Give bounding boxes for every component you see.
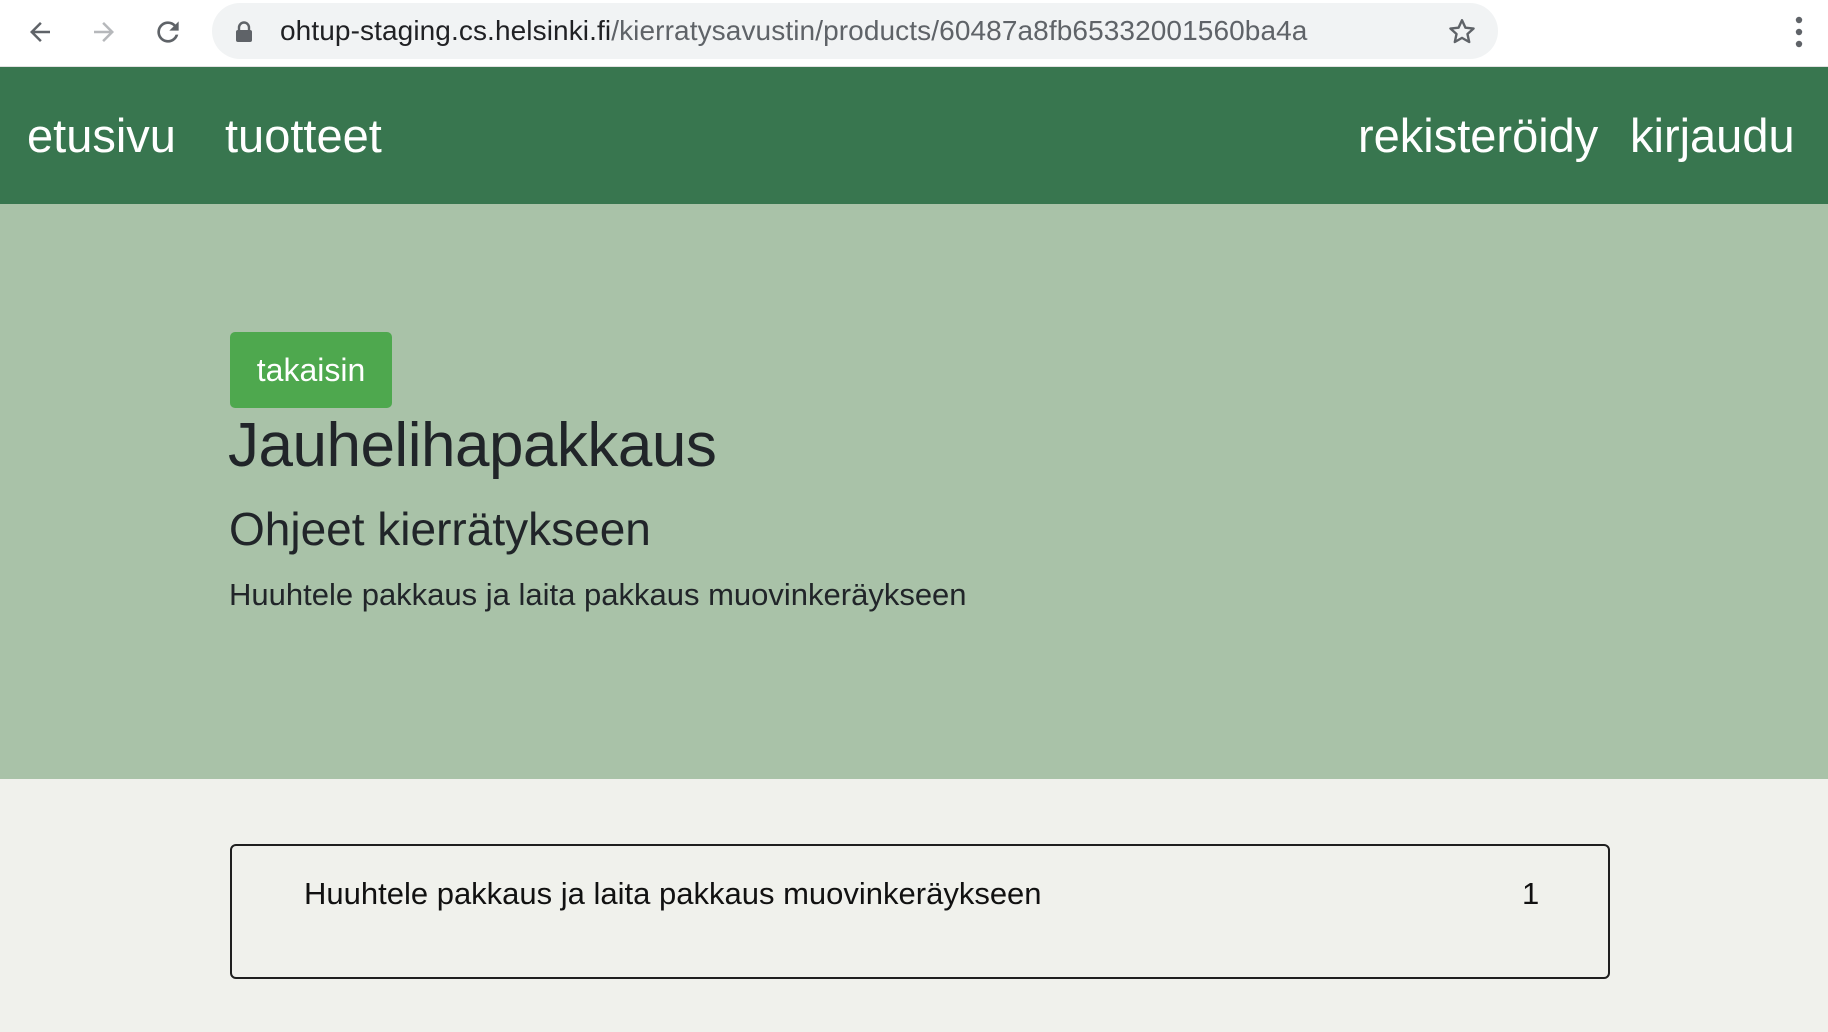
reload-icon [157,21,179,43]
main-navbar: etusivu tuotteet rekisteröidy kirjaudu [0,67,1828,204]
reload-button[interactable] [146,10,190,54]
nav-link-products[interactable]: tuotteet [225,67,382,204]
instruction-card-text: Huuhtele pakkaus ja laita pakkaus muovin… [304,876,1042,911]
kebab-menu-icon[interactable] [1784,12,1814,52]
forward-button[interactable] [82,10,126,54]
url-text[interactable]: ohtup-staging.cs.helsinki.fi/kierratysav… [280,3,1307,59]
arrow-right-icon [94,22,114,42]
instruction-text: Huuhtele pakkaus ja laita pakkaus muovin… [229,577,967,612]
nav-link-home[interactable]: etusivu [27,67,176,204]
url-host: ohtup-staging.cs.helsinki.fi [280,15,612,46]
arrow-left-icon [30,22,50,42]
instruction-card: Huuhtele pakkaus ja laita pakkaus muovin… [230,844,1610,979]
nav-link-login[interactable]: kirjaudu [1630,67,1795,204]
back-to-products-button[interactable]: takaisin [230,332,392,408]
star-icon[interactable] [1446,16,1478,48]
instruction-card-count: 1 [1522,876,1540,911]
instructions-heading: Ohjeet kierrätykseen [229,503,651,555]
nav-link-register[interactable]: rekisteröidy [1358,67,1598,204]
browser-toolbar: ohtup-staging.cs.helsinki.fi/kierratysav… [0,0,1828,67]
back-button[interactable] [18,10,62,54]
url-path: /kierratysavustin/products/60487a8fb6533… [611,15,1308,46]
lock-icon [236,21,252,42]
product-hero: takaisin Jauhelihapakkaus Ohjeet kierrät… [0,204,1828,779]
product-title: Jauhelihapakkaus [228,411,717,480]
address-bar[interactable]: ohtup-staging.cs.helsinki.fi/kierratysav… [212,3,1498,59]
